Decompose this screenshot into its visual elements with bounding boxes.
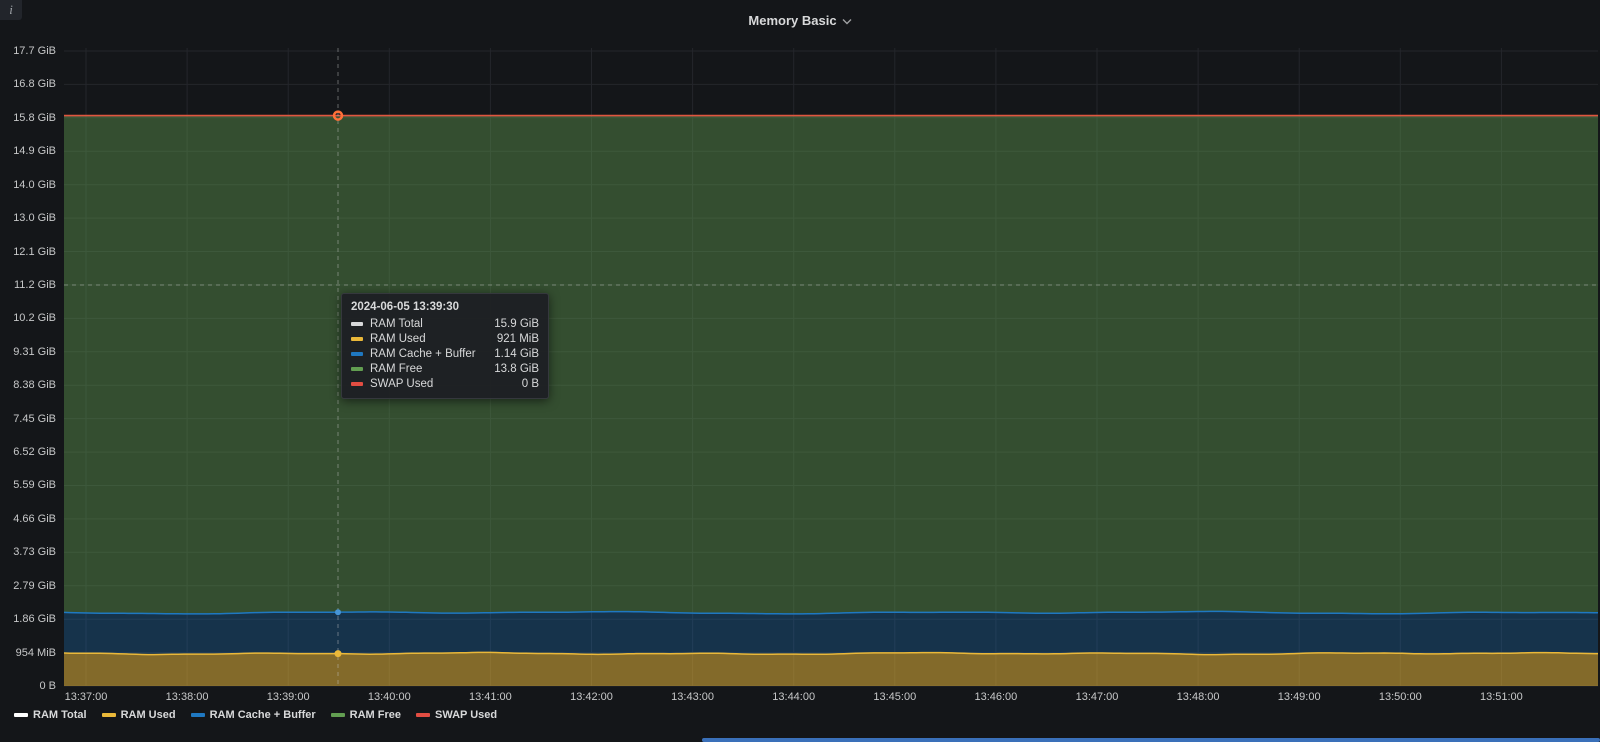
legend-color-swatch-icon: [416, 713, 430, 717]
legend-item-ram-cache-buffer[interactable]: RAM Cache + Buffer: [191, 709, 316, 721]
tooltip-series-label: RAM Total: [370, 318, 423, 330]
chevron-down-icon: [842, 18, 852, 25]
tooltip-series-value: 0 B: [522, 378, 539, 390]
series-color-swatch-icon: [351, 322, 363, 326]
tooltip-series-label: RAM Free: [370, 363, 422, 375]
tooltip-row: RAM Free 13.8 GiB: [351, 363, 539, 375]
panel-title: Memory Basic: [748, 13, 836, 28]
ram-used-area: [64, 652, 1598, 686]
hover-point-used: [335, 650, 342, 657]
horizontal-scrollbar[interactable]: [702, 738, 1600, 742]
legend-color-swatch-icon: [14, 713, 28, 717]
legend-label: RAM Cache + Buffer: [210, 709, 316, 721]
tooltip-rows: RAM Total 15.9 GiB RAM Used 921 MiB RAM Cach…: [351, 318, 539, 390]
ram-cache-area: [64, 611, 1598, 654]
tooltip-series-value: 921 MiB: [497, 333, 539, 345]
tooltip-row: RAM Used 921 MiB: [351, 333, 539, 345]
legend-label: RAM Free: [350, 709, 401, 721]
chart-tooltip: 2024-06-05 13:39:30 RAM Total15.9 GiBRAM…: [341, 293, 549, 399]
tooltip-row: SWAP Used 0 B: [351, 378, 539, 390]
legend-color-swatch-icon: [331, 713, 345, 717]
memory-basic-panel: i Memory Basic 17.7 GiB16.8 GiB15.8 GiB1…: [0, 0, 1600, 742]
panel-info-icon[interactable]: i: [0, 0, 22, 20]
tooltip-series-value: 13.8 GiB: [494, 363, 539, 375]
tooltip-timestamp: 2024-06-05 13:39:30: [351, 301, 539, 313]
series-color-swatch-icon: [351, 367, 363, 371]
tooltip-row: RAM Total 15.9 GiB: [351, 318, 539, 330]
series-color-swatch-icon: [351, 352, 363, 356]
legend-label: SWAP Used: [435, 709, 497, 721]
legend-label: RAM Total: [33, 709, 87, 721]
ram-free-area: [64, 116, 1598, 614]
tooltip-series-label: SWAP Used: [370, 378, 433, 390]
series-color-swatch-icon: [351, 337, 363, 341]
tooltip-series-label: RAM Cache + Buffer: [370, 348, 476, 360]
legend-color-swatch-icon: [191, 713, 205, 717]
legend-item-ram-total[interactable]: RAM Total: [14, 709, 87, 721]
legend: RAM Total RAM Used RAM Cache + Buffer RAM F…: [14, 706, 497, 724]
legend-item-ram-free[interactable]: RAM Free: [331, 709, 401, 721]
tooltip-row: RAM Cache + Buffer 1.14 GiB: [351, 348, 539, 360]
panel-title-menu[interactable]: Memory Basic: [0, 0, 1600, 40]
hover-point-cache: [335, 609, 341, 615]
tooltip-series-value: 1.14 GiB: [494, 348, 539, 360]
memory-chart-canvas[interactable]: [0, 0, 1600, 742]
legend-label: RAM Used: [121, 709, 176, 721]
legend-color-swatch-icon: [102, 713, 116, 717]
legend-item-swap-used[interactable]: SWAP Used: [416, 709, 497, 721]
tooltip-series-value: 15.9 GiB: [494, 318, 539, 330]
legend-item-ram-used[interactable]: RAM Used: [102, 709, 176, 721]
series-color-swatch-icon: [351, 382, 363, 386]
tooltip-series-label: RAM Used: [370, 333, 426, 345]
